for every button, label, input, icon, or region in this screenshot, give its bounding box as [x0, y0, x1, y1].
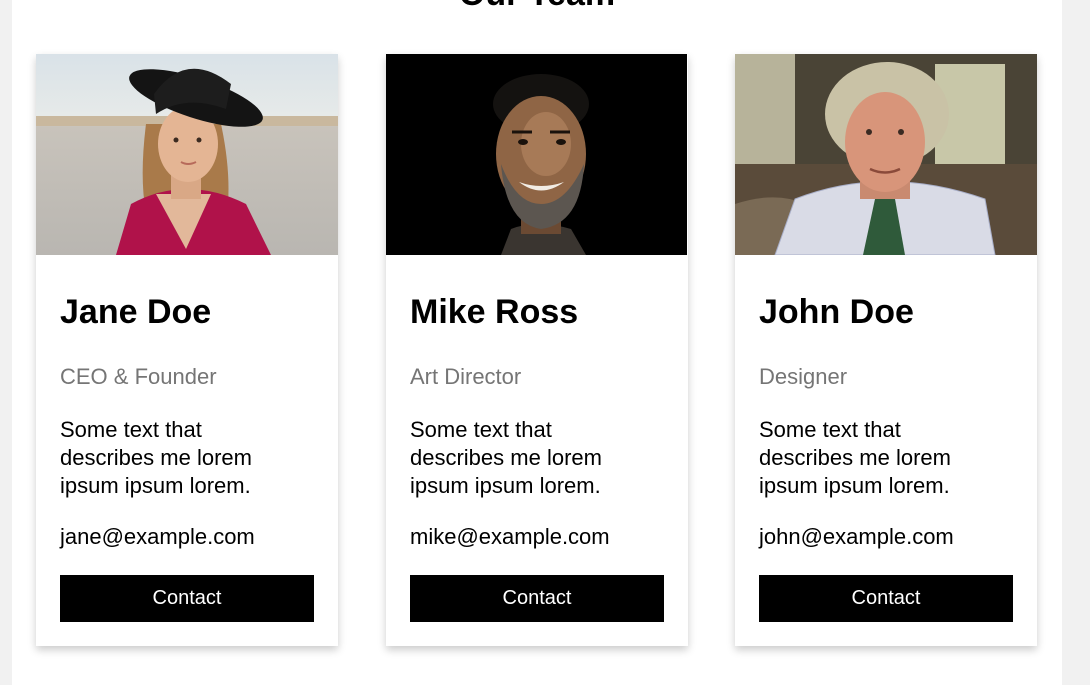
- member-description: Some text that describes me lorem ipsum …: [759, 417, 951, 498]
- team-card-mike: Mike Ross Art Director Some text that de…: [386, 54, 688, 646]
- member-name: Mike Ross: [410, 293, 579, 331]
- member-email: jane@example.com: [60, 524, 255, 549]
- member-email: mike@example.com: [410, 524, 610, 549]
- page-container: Our Team: [12, 0, 1062, 685]
- profile-photo-jane: [36, 54, 338, 255]
- profile-photo-mike: [386, 54, 688, 255]
- member-email: john@example.com: [759, 524, 954, 549]
- contact-button-mike[interactable]: Contact: [410, 575, 664, 622]
- member-title: Designer: [759, 364, 848, 389]
- member-description: Some text that describes me lorem ipsum …: [410, 417, 602, 498]
- member-title: CEO & Founder: [60, 364, 217, 389]
- member-description: Some text that describes me lorem ipsum …: [60, 417, 252, 498]
- member-name: Jane Doe: [60, 293, 212, 331]
- member-title: Art Director: [410, 364, 522, 389]
- contact-button-john[interactable]: Contact: [759, 575, 1013, 622]
- contact-button-jane[interactable]: Contact: [60, 575, 314, 622]
- member-name: John Doe: [759, 293, 914, 331]
- team-card-jane: Jane Doe CEO & Founder Some text that de…: [36, 54, 338, 646]
- team-card-john: John Doe Designer Some text that describ…: [735, 54, 1037, 646]
- profile-photo-john: [735, 54, 1037, 255]
- team-heading: Our Team: [12, 0, 1062, 14]
